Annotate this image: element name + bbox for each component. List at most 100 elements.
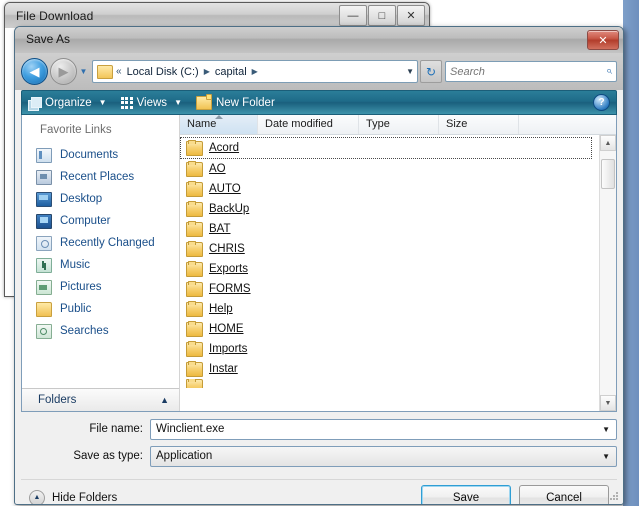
sidebar-item-label: Pictures: [60, 281, 102, 293]
minimize-icon: —: [347, 9, 359, 22]
chevron-down-icon[interactable]: ▼: [599, 452, 613, 461]
refresh-button[interactable]: ↻: [420, 60, 442, 83]
save-as-type-label-text: Save as type:: [73, 450, 143, 462]
table-row[interactable]: FORMS: [180, 279, 599, 299]
scroll-up-button[interactable]: ▲: [600, 135, 616, 151]
views-button[interactable]: Views ▼: [120, 96, 182, 109]
sidebar-item-music[interactable]: Music: [22, 254, 179, 276]
organize-icon: [28, 96, 42, 111]
save-button[interactable]: Save: [421, 485, 511, 504]
dialog-footer: ▲ Hide Folders Save Cancel: [21, 479, 617, 504]
sidebar-item-searches[interactable]: Searches: [22, 320, 179, 342]
recently-changed-icon: [36, 235, 52, 251]
chevron-down-icon[interactable]: ▼: [599, 425, 613, 434]
explorer-panes: Favorite Links Documents Recent Places D…: [21, 115, 617, 412]
column-header-size[interactable]: Size: [439, 115, 519, 134]
minimize-button[interactable]: —: [339, 5, 367, 26]
scrollbar-track[interactable]: [600, 151, 616, 395]
column-header-date-modified[interactable]: Date modified: [258, 115, 359, 134]
table-row[interactable]: Instar: [180, 359, 599, 379]
public-folder-icon: [36, 301, 52, 317]
forward-button[interactable]: ▶: [50, 58, 77, 85]
vertical-scrollbar[interactable]: ▲ ▼: [599, 135, 616, 411]
chevron-up-icon: ▲: [160, 395, 169, 405]
table-row[interactable]: BAT: [180, 219, 599, 239]
column-header-name[interactable]: Name: [180, 115, 258, 134]
sidebar-item-desktop[interactable]: Desktop: [22, 188, 179, 210]
save-as-titlebar[interactable]: Save As ✕: [15, 27, 623, 54]
file-name-combobox[interactable]: ▼: [150, 418, 617, 440]
file-name: BAT: [209, 223, 231, 235]
folder-icon: [186, 280, 203, 297]
new-folder-button[interactable]: New Folder: [195, 93, 275, 110]
file-list-scroll-region: Acord AO AUTO BackUp BAT CHRIS Exports F…: [180, 135, 616, 411]
table-row[interactable]: Exports: [180, 259, 599, 279]
chevron-down-icon: ▼: [174, 98, 182, 107]
maximize-button[interactable]: □: [368, 5, 396, 26]
breadcrumb-capital[interactable]: capital: [215, 66, 247, 78]
sidebar-item-computer[interactable]: Computer: [22, 210, 179, 232]
file-name: FORMS: [209, 283, 251, 295]
save-as-type-combobox[interactable]: Application ▼: [150, 445, 617, 467]
search-icon: ⌕: [605, 65, 612, 77]
table-row[interactable]: HOME: [180, 319, 599, 339]
folder-icon: [186, 320, 203, 337]
address-breadcrumb-bar[interactable]: « Local Disk (C:) ▶ capital ▶ ▼: [92, 60, 418, 83]
table-row[interactable]: CHRIS: [180, 239, 599, 259]
folders-expander[interactable]: Folders ▲: [22, 388, 179, 411]
views-grid-icon: [120, 96, 133, 109]
cancel-button[interactable]: Cancel: [519, 485, 609, 504]
resize-grip[interactable]: [610, 492, 620, 502]
table-row[interactable]: AUTO: [180, 179, 599, 199]
help-glyph: ?: [598, 96, 605, 108]
computer-icon: [36, 213, 52, 229]
folders-label: Folders: [38, 394, 77, 406]
table-row[interactable]: AO: [180, 159, 599, 179]
search-box[interactable]: ⌕: [445, 61, 617, 82]
column-label: Type: [366, 118, 390, 130]
folder-icon: [186, 260, 203, 277]
save-as-type-row: Save as type: Application ▼: [21, 445, 617, 467]
sidebar-item-recent-places[interactable]: Recent Places: [22, 166, 179, 188]
breadcrumb-separator-icon[interactable]: ▶: [204, 67, 210, 76]
table-row[interactable]: Help: [180, 299, 599, 319]
scrollbar-thumb[interactable]: [601, 159, 615, 189]
sidebar-item-pictures[interactable]: Pictures: [22, 276, 179, 298]
file-name-input[interactable]: [156, 423, 600, 435]
breadcrumb-local-disk[interactable]: Local Disk (C:): [127, 66, 199, 78]
table-row[interactable]: Acord: [180, 137, 592, 159]
back-button[interactable]: ◀: [21, 58, 48, 85]
table-row-partial[interactable]: [180, 379, 599, 388]
history-dropdown-button[interactable]: ▼: [77, 67, 90, 76]
save-as-close-button[interactable]: ✕: [587, 30, 619, 50]
sidebar-item-documents[interactable]: Documents: [22, 144, 179, 166]
table-row[interactable]: BackUp: [180, 199, 599, 219]
folder-icon: [186, 360, 203, 377]
folder-icon: [97, 64, 113, 79]
sidebar-item-public[interactable]: Public: [22, 298, 179, 320]
table-row[interactable]: Imports: [180, 339, 599, 359]
file-list-pane: Name Date modified Type Size Acord AO AU…: [180, 115, 616, 411]
overflow-chevrons-icon[interactable]: «: [116, 66, 122, 77]
close-button[interactable]: ✕: [397, 5, 425, 26]
address-dropdown-icon[interactable]: ▼: [406, 67, 414, 76]
triangle-up-icon: ▲: [604, 139, 612, 147]
scroll-down-button[interactable]: ▼: [600, 395, 616, 411]
file-name: Exports: [209, 263, 248, 275]
back-arrow-icon: ◀: [29, 64, 40, 79]
recent-places-icon: [36, 169, 52, 185]
folder-icon: [186, 300, 203, 317]
help-icon[interactable]: ?: [593, 94, 610, 111]
new-folder-label: New Folder: [215, 96, 275, 109]
file-download-title: File Download: [16, 8, 94, 23]
save-as-dialog[interactable]: Save As ✕ ◀ ▶ ▼ « Local Disk (C:) ▶ capi…: [14, 26, 624, 505]
save-label: Save: [452, 491, 480, 504]
column-header-type[interactable]: Type: [359, 115, 439, 134]
sidebar-item-recently-changed[interactable]: Recently Changed: [22, 232, 179, 254]
search-input[interactable]: [450, 65, 606, 78]
hide-folders-button[interactable]: ▲ Hide Folders: [29, 489, 117, 504]
pictures-icon: [36, 279, 52, 295]
breadcrumb-separator-icon[interactable]: ▶: [252, 67, 258, 76]
organize-button[interactable]: Organize ▼: [28, 96, 107, 111]
favorite-links-list: Documents Recent Places Desktop Computer: [22, 144, 179, 388]
